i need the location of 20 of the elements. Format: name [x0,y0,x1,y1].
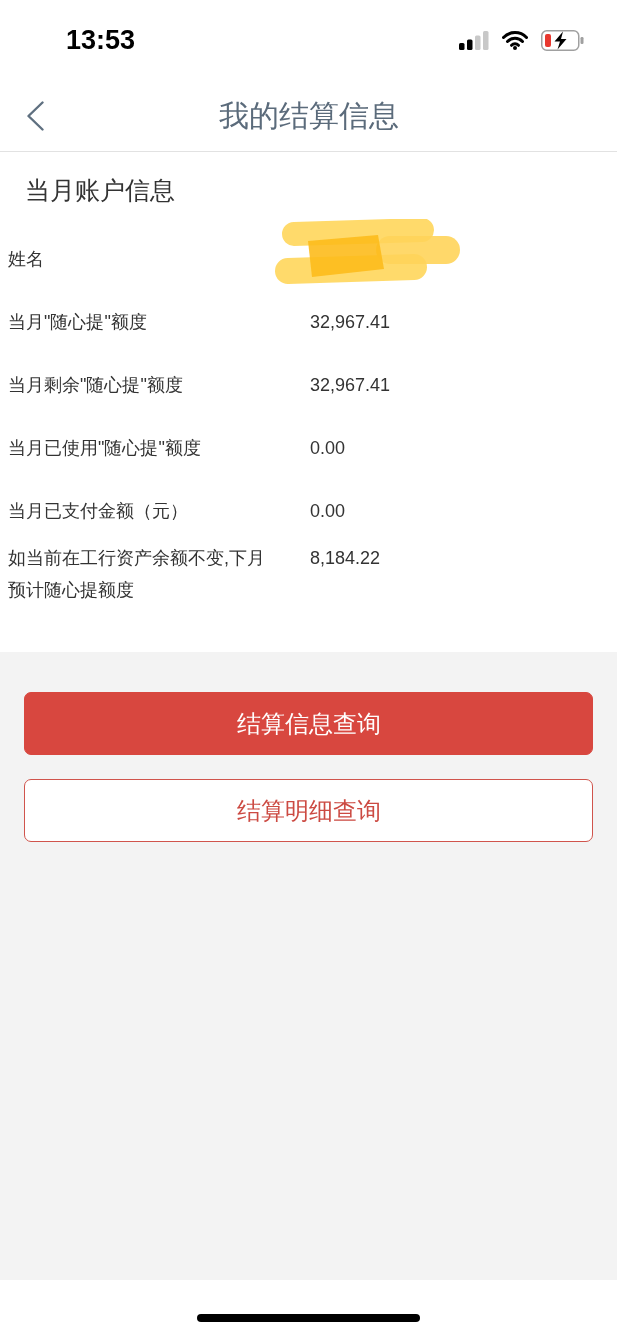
back-icon[interactable] [26,100,44,131]
field-label: 当月"随心提"额度 [8,310,148,334]
signal-icon [459,30,489,50]
battery-charging-icon [541,29,584,51]
field-value: 0.00 [310,499,346,523]
page-title: 我的结算信息 [218,97,399,134]
query-button[interactable]: 结算信息查询 [24,692,593,755]
field-value: 32,967.41 [310,310,391,334]
field-label: 姓名 [8,247,45,271]
field-value: 32,967.41 [310,373,391,397]
section-title: 当月账户信息 [24,175,176,206]
query-button[interactable]: 结算明细查询 [24,779,593,842]
field-value: 8,184.22 [310,547,381,570]
wifi-icon [502,30,528,50]
field-value: 0.00 [310,436,346,460]
field-label: 如当前在工行资产余额不变,下月预计随心提额度 [8,547,266,602]
field-label: 当月已使用"随心提"额度 [8,436,202,460]
status-time: 13:53 [66,24,136,56]
field-label: 当月已支付金额（元） [8,499,189,523]
field-label: 当月剩余"随心提"额度 [8,373,184,397]
